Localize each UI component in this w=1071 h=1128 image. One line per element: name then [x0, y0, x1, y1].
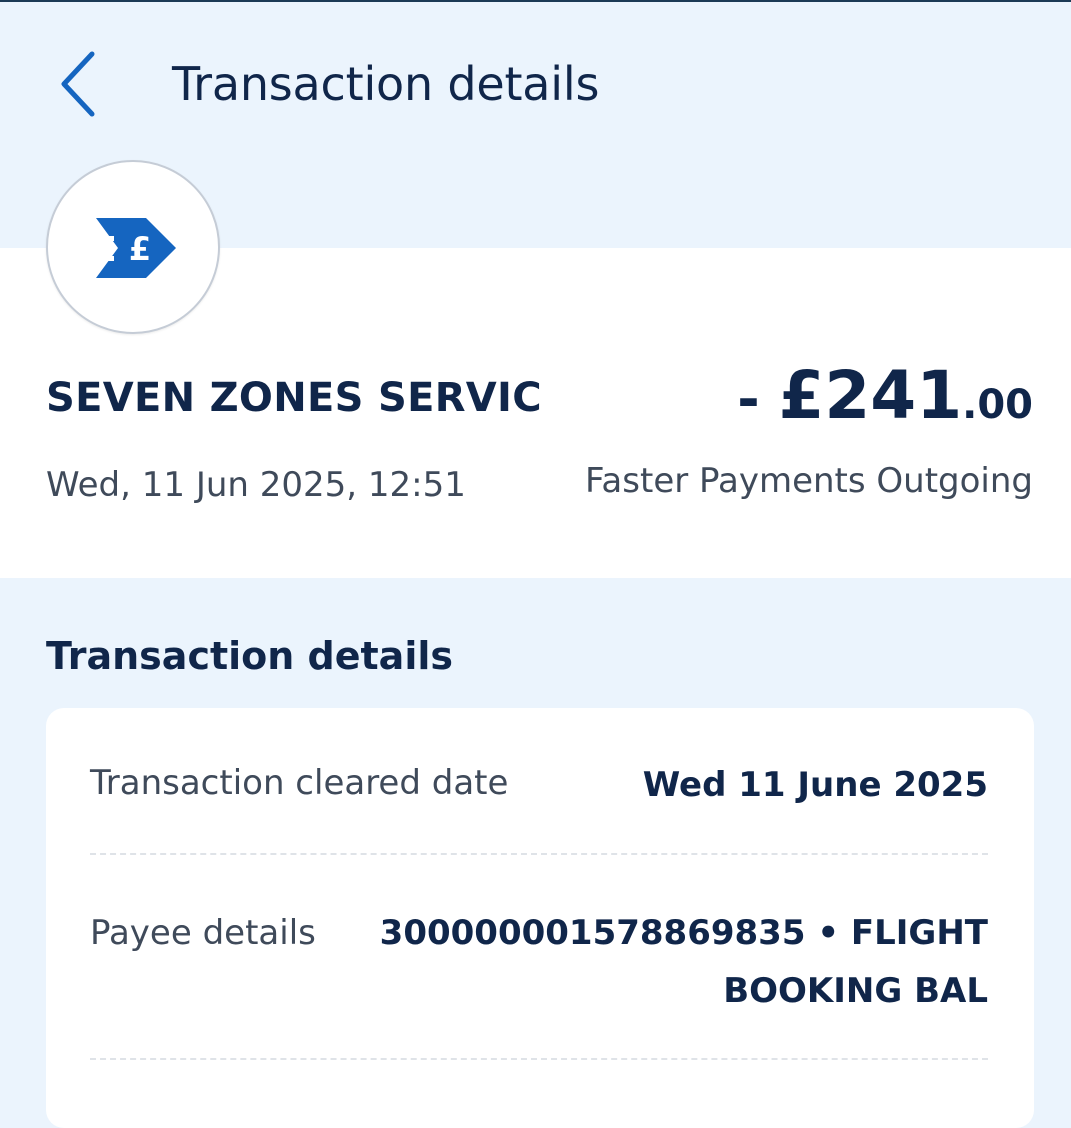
merchant-avatar: £ — [46, 160, 220, 334]
details-section-title: Transaction details — [46, 634, 453, 678]
transaction-amount: - £241.00 — [737, 356, 1033, 453]
back-button[interactable] — [52, 48, 108, 120]
details-card: Transaction cleared date Wed 11 June 202… — [46, 708, 1034, 1128]
amount-minor: .00 — [962, 382, 1033, 428]
amount-major: £241 — [778, 357, 963, 434]
payee-details-label: Payee details — [90, 913, 316, 953]
cleared-date-value: Wed 11 June 2025 — [642, 765, 988, 805]
page-title: Transaction details — [172, 57, 600, 111]
transaction-datetime: Wed, 11 Jun 2025, 12:51 — [46, 465, 466, 505]
cleared-date-label: Transaction cleared date — [90, 763, 509, 803]
svg-text:£: £ — [129, 230, 151, 268]
payee-details-value-line1: 30000000157886983​5 • FLIGHT — [379, 913, 988, 953]
payee-name: SEVEN ZONES SERVIC — [46, 375, 542, 421]
payee-details-value-line2: BOOKING BAL — [723, 971, 988, 1011]
chevron-left-icon — [52, 48, 108, 120]
amount-sign: - — [737, 368, 779, 431]
row-divider — [90, 1058, 988, 1060]
row-divider — [90, 853, 988, 855]
transaction-type: Faster Payments Outgoing — [585, 461, 1033, 501]
